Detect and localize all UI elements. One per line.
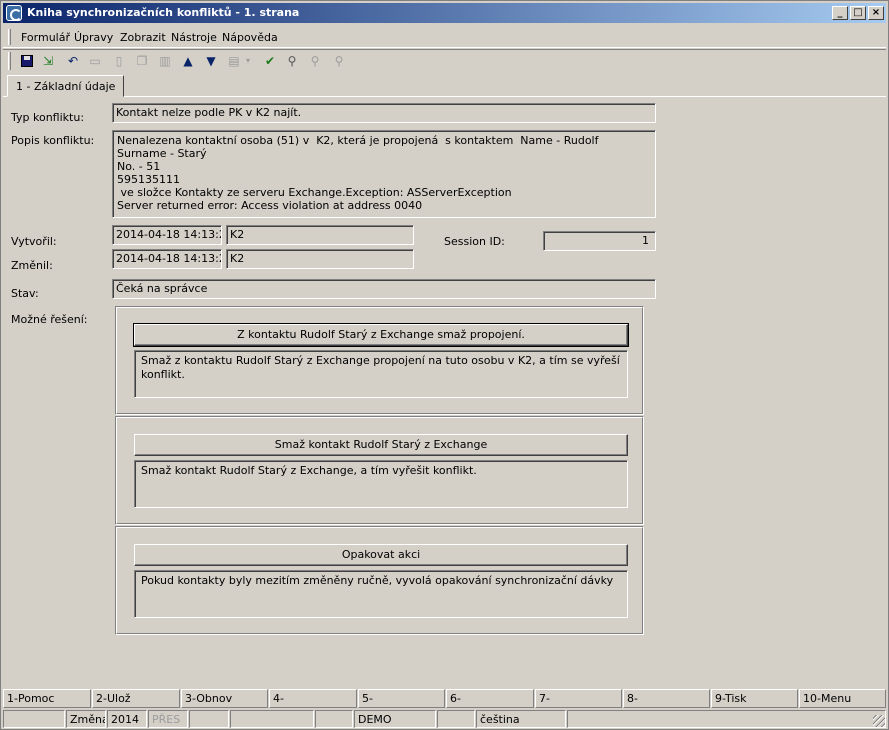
fkey-9-print[interactable]: 9-Tisk: [711, 689, 798, 708]
fkey-1-help[interactable]: 1-Pomoc: [3, 689, 91, 708]
status-mode: Změna: [66, 710, 106, 728]
status-cell-empty-1: [3, 710, 65, 728]
function-key-bar: 1-Pomoc 2-Ulož 3-Obnov 4- 5- 6- 7- 8- 9-…: [3, 689, 886, 708]
tab-zakladni-udaje[interactable]: 1 - Základní údaje: [7, 75, 125, 97]
vytvoril-label: Vytvořil:: [11, 235, 57, 248]
solution-description-2: Smaž kontakt Rudolf Starý z Exchange, a …: [134, 460, 628, 508]
mozne-reseni-label: Možné řešení:: [11, 313, 88, 326]
typ-konfliktu-label: Typ konfliktu:: [11, 111, 85, 124]
solution-group-2: Smaž kontakt Rudolf Starý z Exchange Sma…: [115, 416, 644, 525]
resize-grip[interactable]: [873, 715, 885, 727]
binoculars-icon[interactable]: ⚲: [283, 53, 301, 69]
open-folder-icon[interactable]: ▭: [86, 53, 104, 69]
menu-napoveda[interactable]: Nápověda: [222, 31, 278, 44]
delete-link-button[interactable]: Z kontaktu Rudolf Starý z Exchange smaž …: [133, 323, 629, 347]
delete-contact-button[interactable]: Smaž kontakt Rudolf Starý z Exchange: [134, 434, 628, 456]
minimize-button[interactable]: _: [832, 6, 848, 20]
status-pres: PŘES: [148, 710, 188, 728]
arrow-up-icon[interactable]: ▲: [179, 53, 197, 69]
stav-field[interactable]: Čeká na správce: [112, 279, 656, 299]
stav-label: Stav:: [11, 287, 39, 300]
toolbar-grip[interactable]: [8, 52, 11, 70]
vytvoril-date-field[interactable]: 2014-04-18 14:13:24: [112, 225, 222, 245]
status-bar: Změna 2014 PŘES DEMO čeština: [3, 709, 886, 728]
save-close-icon[interactable]: ⇲: [39, 53, 57, 69]
session-id-field[interactable]: 1: [543, 231, 656, 251]
undo-icon[interactable]: ↶: [64, 53, 82, 69]
book-icon[interactable]: ▥: [156, 53, 174, 69]
status-cell-empty-2: [189, 710, 229, 728]
popis-konfliktu-label: Popis konfliktu:: [11, 134, 95, 147]
menu-formular[interactable]: Formulář: [21, 31, 70, 44]
form-panel: Typ konfliktu: Kontakt nelze podle PK v …: [7, 98, 882, 688]
typ-konfliktu-field[interactable]: Kontakt nelze podle PK v K2 najít.: [112, 103, 656, 123]
status-cell-empty-4: [315, 710, 353, 728]
fkey-4[interactable]: 4-: [269, 689, 357, 708]
status-cell-empty-5: [437, 710, 475, 728]
find-next-icon[interactable]: ⚲: [306, 53, 324, 69]
status-database: DEMO: [354, 710, 436, 728]
fkey-2-save[interactable]: 2-Ulož: [92, 689, 180, 708]
zmenil-date-field[interactable]: 2014-04-18 14:13:24: [112, 249, 222, 269]
window-title: Kniha synchronizačních konfliktů - 1. st…: [27, 6, 300, 19]
solution-group-1: Z kontaktu Rudolf Starý z Exchange smaž …: [115, 306, 644, 415]
fkey-8[interactable]: 8-: [623, 689, 710, 708]
close-button[interactable]: ×: [868, 6, 884, 20]
fkey-5[interactable]: 5-: [358, 689, 445, 708]
menu-zobrazit[interactable]: Zobrazit: [120, 31, 166, 44]
chevron-down-icon[interactable]: ▾: [243, 53, 253, 69]
status-cell-empty-3: [230, 710, 314, 728]
menu-grip[interactable]: [8, 29, 11, 45]
solution-description-3: Pokud kontakty byly mezitím změněny ručn…: [134, 570, 628, 618]
vytvoril-user-field[interactable]: K2: [226, 225, 414, 245]
find-prev-icon[interactable]: ⚲: [330, 53, 348, 69]
print-icon[interactable]: ▤: [225, 53, 243, 69]
filter-icon[interactable]: ✔: [261, 53, 279, 69]
popis-konfliktu-field[interactable]: Nenalezena kontaktní osoba (51) v K2, kt…: [112, 130, 656, 218]
menu-upravy[interactable]: Úpravy: [74, 31, 113, 44]
menu-bar: Formulář Úpravy Zobrazit Nástroje Nápově…: [3, 26, 886, 48]
toolbar: ⇲ ↶ ▭ ▯ ❐ ▥ ▲ ▼ ▤ ▾ ✔ ⚲ ⚲ ⚲: [3, 49, 886, 71]
fkey-6[interactable]: 6-: [446, 689, 534, 708]
new-document-icon[interactable]: ▯: [110, 53, 128, 69]
fkey-3-refresh[interactable]: 3-Obnov: [181, 689, 268, 708]
app-icon[interactable]: [6, 5, 22, 21]
status-cell-empty-6: [567, 710, 886, 728]
zmenil-label: Změnil:: [11, 259, 53, 272]
fkey-10-menu[interactable]: 10-Menu: [799, 689, 886, 708]
zmenil-user-field[interactable]: K2: [226, 249, 414, 269]
copy-icon[interactable]: ❐: [133, 53, 151, 69]
tab-strip: 1 - Základní údaje: [3, 73, 886, 97]
session-id-label: Session ID:: [444, 235, 505, 248]
fkey-7[interactable]: 7-: [535, 689, 622, 708]
arrow-down-icon[interactable]: ▼: [202, 53, 220, 69]
status-year: 2014: [107, 710, 147, 728]
title-bar[interactable]: Kniha synchronizačních konfliktů - 1. st…: [3, 3, 886, 23]
status-language: čeština: [476, 710, 566, 728]
solution-description-1: Smaž z kontaktu Rudolf Starý z Exchange …: [134, 350, 628, 398]
menu-nastroje[interactable]: Nástroje: [171, 31, 217, 44]
maximize-button[interactable]: □: [850, 6, 866, 20]
main-window: Kniha synchronizačních konfliktů - 1. st…: [0, 0, 889, 730]
retry-action-button[interactable]: Opakovat akci: [134, 544, 628, 566]
save-icon[interactable]: [18, 53, 36, 69]
solution-group-3: Opakovat akci Pokud kontakty byly mezití…: [115, 526, 644, 635]
